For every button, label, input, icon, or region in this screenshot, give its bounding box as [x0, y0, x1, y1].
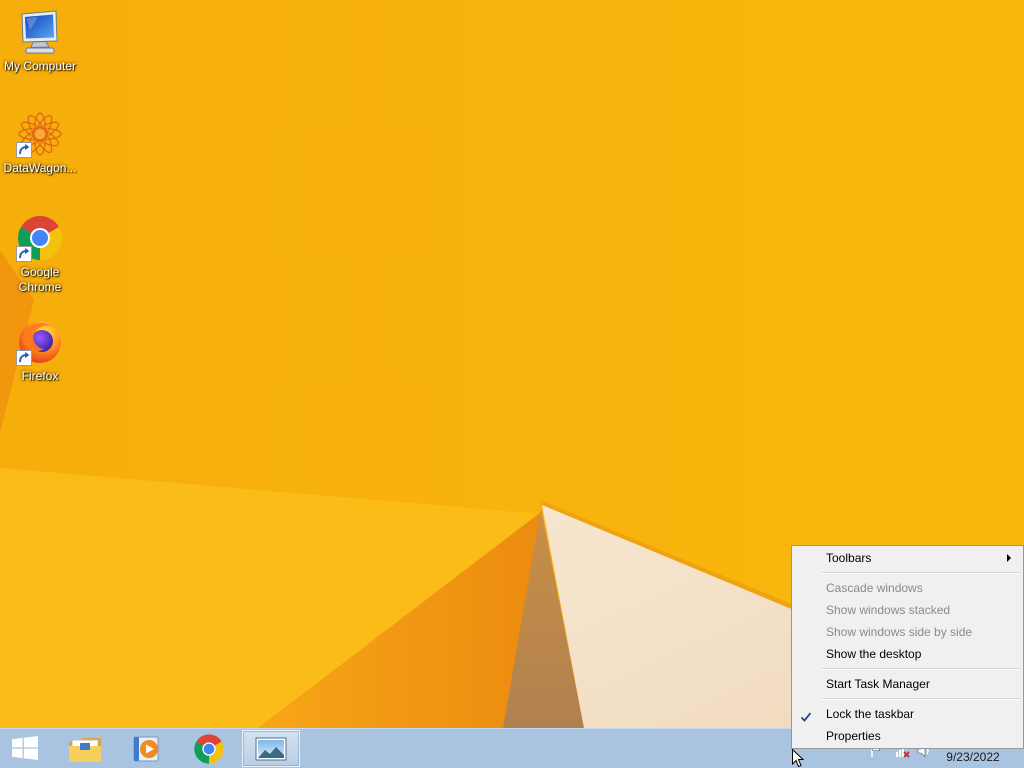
- menu-item-label: Cascade windows: [826, 581, 923, 595]
- firefox-icon: [16, 318, 64, 366]
- shortcut-arrow-icon: [16, 246, 32, 262]
- menu-item-label: Show windows side by side: [826, 625, 973, 639]
- chrome-icon: [194, 733, 224, 764]
- taskbar-button-media-player[interactable]: [118, 730, 176, 767]
- my-computer-icon: [16, 8, 64, 56]
- mouse-pointer-icon: [792, 749, 804, 768]
- chrome-icon: [16, 214, 64, 262]
- menu-item-label: Toolbars: [826, 551, 872, 565]
- checkmark-icon: [800, 708, 812, 722]
- menu-item-start-task-manager[interactable]: Start Task Manager: [793, 673, 1022, 695]
- desktop-icon-label: Google Chrome: [18, 265, 62, 294]
- menu-item-show-the-desktop[interactable]: Show the desktop: [793, 643, 1022, 665]
- menu-item-label: Start Task Manager: [826, 677, 930, 691]
- media-player-icon: [133, 736, 159, 761]
- menu-separator: [793, 665, 1022, 673]
- shortcut-arrow-icon: [16, 142, 32, 158]
- shortcut-arrow-icon: [16, 350, 32, 366]
- menu-separator: [793, 569, 1022, 577]
- menu-item-toolbars[interactable]: Toolbars: [793, 547, 1022, 569]
- file-explorer-icon: [69, 737, 101, 762]
- submenu-arrow-icon: [1007, 554, 1011, 562]
- taskbar-button-chrome[interactable]: [180, 730, 238, 767]
- desktop-icon-label: DataWagon...: [3, 161, 77, 175]
- taskbar-button-picture-viewer[interactable]: [242, 730, 300, 767]
- clock-date[interactable]: 9/23/2022: [936, 750, 1010, 765]
- start-button[interactable]: [0, 729, 50, 768]
- desktop-icon-firefox[interactable]: Firefox: [0, 318, 80, 384]
- desktop-icon-my-computer[interactable]: My Computer: [0, 8, 80, 74]
- menu-item-lock-the-taskbar[interactable]: Lock the taskbar: [793, 703, 1022, 725]
- menu-item-properties[interactable]: Properties: [793, 725, 1022, 747]
- menu-item-show-windows-side-by-side: Show windows side by side: [793, 621, 1022, 643]
- taskbar-context-menu[interactable]: Toolbars Cascade windows Show windows st…: [791, 545, 1024, 749]
- menu-item-show-windows-stacked: Show windows stacked: [793, 599, 1022, 621]
- menu-item-label: Properties: [826, 729, 881, 743]
- menu-item-label: Lock the taskbar: [826, 707, 915, 721]
- menu-item-label: Show the desktop: [826, 647, 922, 661]
- picture-viewer-icon: [255, 737, 287, 760]
- menu-item-cascade-windows: Cascade windows: [793, 577, 1022, 599]
- datawagon-icon: [16, 110, 64, 158]
- desktop-icon-label: Firefox: [21, 369, 59, 383]
- desktop-icon-google-chrome[interactable]: Google Chrome: [0, 214, 80, 295]
- windows-logo-icon: [12, 736, 38, 760]
- menu-separator: [793, 695, 1022, 703]
- taskbar-button-file-explorer[interactable]: [56, 730, 114, 767]
- desktop-icon-datawagon[interactable]: DataWagon...: [0, 110, 80, 176]
- desktop-icon-label: My Computer: [3, 59, 77, 73]
- menu-item-label: Show windows stacked: [826, 603, 951, 617]
